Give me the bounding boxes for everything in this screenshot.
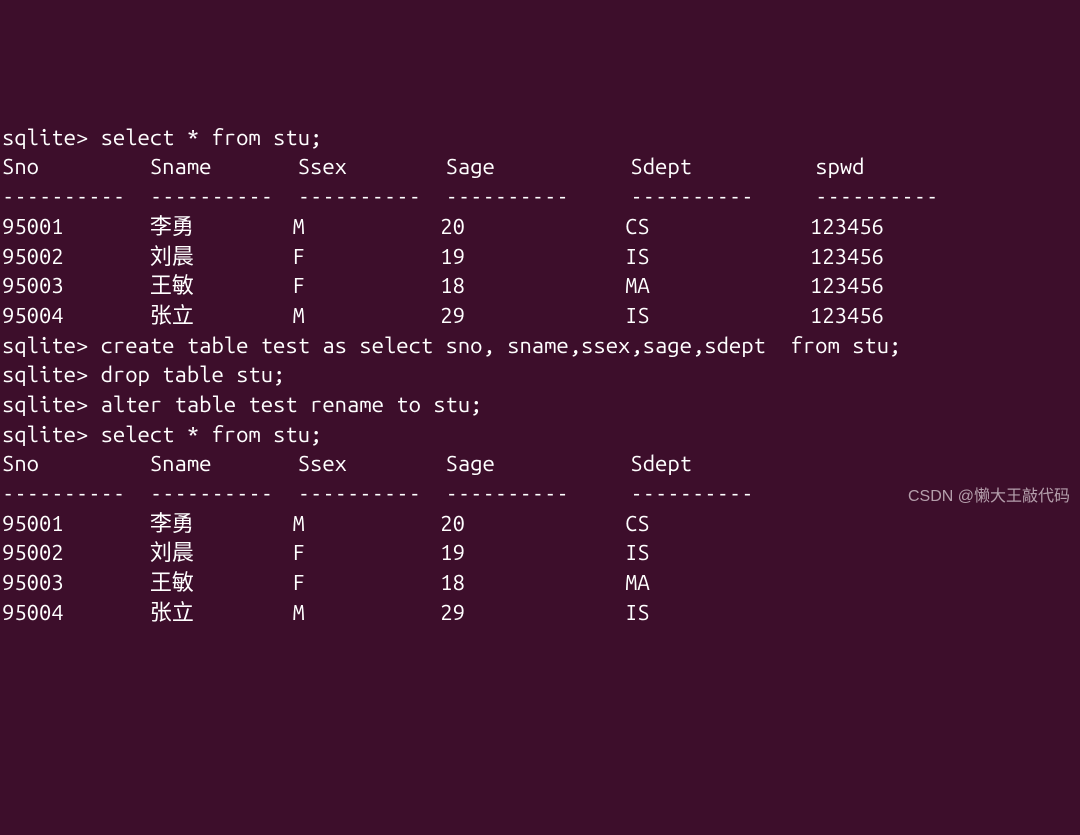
cell: 95002 — [2, 540, 64, 565]
terminal-output: sqlite> select * from stu; Sno Sname Sse… — [2, 123, 1078, 628]
separator: ---------- — [150, 184, 273, 209]
cell: 18 — [440, 570, 465, 595]
col-header: Sname — [150, 154, 212, 179]
prompt: sqlite> — [2, 422, 88, 447]
cell: CS — [625, 214, 650, 239]
cell: 张立 — [150, 303, 194, 328]
cell: 19 — [440, 540, 465, 565]
separator: ---------- — [2, 184, 125, 209]
prompt: sqlite> — [2, 392, 88, 417]
cell: 李勇 — [150, 214, 194, 239]
cell: IS — [625, 303, 650, 328]
separator: ---------- — [815, 184, 938, 209]
cell: 刘晨 — [150, 540, 194, 565]
cell: IS — [625, 600, 650, 625]
prompt: sqlite> — [2, 362, 88, 387]
cell: F — [292, 570, 304, 595]
separator: ---------- — [630, 481, 753, 506]
cell: 29 — [440, 600, 465, 625]
prompt: sqlite> — [2, 333, 88, 358]
cell: 123456 — [810, 214, 884, 239]
col-header: Sdept — [630, 154, 692, 179]
col-header: Ssex — [298, 154, 347, 179]
cell: 19 — [440, 244, 465, 269]
cell: 刘晨 — [150, 244, 194, 269]
watermark-text: CSDN @懒大王敲代码 — [908, 486, 1070, 508]
cell: IS — [625, 540, 650, 565]
cell: MA — [625, 570, 650, 595]
cell: 123456 — [810, 303, 884, 328]
sql-command: select * from stu; — [101, 125, 323, 150]
separator: ---------- — [630, 184, 753, 209]
cell: 20 — [440, 511, 465, 536]
separator: ---------- — [298, 481, 421, 506]
cell: 95001 — [2, 511, 64, 536]
cell: 29 — [440, 303, 465, 328]
cell: F — [292, 540, 304, 565]
cell: 18 — [440, 273, 465, 298]
cell: F — [292, 244, 304, 269]
separator: ---------- — [150, 481, 273, 506]
cell: 20 — [440, 214, 465, 239]
cell: M — [292, 511, 304, 536]
col-header: spwd — [815, 154, 864, 179]
cell: 123456 — [810, 244, 884, 269]
sql-command: drop table stu; — [101, 362, 286, 387]
cell: 张立 — [150, 600, 194, 625]
col-header: Sno — [2, 154, 39, 179]
col-header: Sno — [2, 451, 39, 476]
cell: 95002 — [2, 244, 64, 269]
col-header: Sname — [150, 451, 212, 476]
cell: 95003 — [2, 570, 64, 595]
cell: 王敏 — [150, 570, 194, 595]
prompt: sqlite> — [2, 125, 88, 150]
separator: ---------- — [2, 481, 125, 506]
col-header: Ssex — [298, 451, 347, 476]
cell: 王敏 — [150, 273, 194, 298]
cell: IS — [625, 244, 650, 269]
cell: 李勇 — [150, 511, 194, 536]
separator: ---------- — [298, 184, 421, 209]
col-header: Sage — [446, 451, 495, 476]
cell: 95004 — [2, 303, 64, 328]
sql-command: select * from stu; — [101, 422, 323, 447]
cell: 95003 — [2, 273, 64, 298]
sql-command: alter table test rename to stu; — [101, 392, 483, 417]
separator: ---------- — [446, 481, 569, 506]
cell: 123456 — [810, 273, 884, 298]
sql-command: create table test as select sno, sname,s… — [101, 333, 902, 358]
col-header: Sage — [446, 154, 495, 179]
cell: F — [292, 273, 304, 298]
cell: 95004 — [2, 600, 64, 625]
cell: M — [292, 214, 304, 239]
cell: M — [292, 303, 304, 328]
col-header: Sdept — [630, 451, 692, 476]
cell: CS — [625, 511, 650, 536]
cell: 95001 — [2, 214, 64, 239]
cell: MA — [625, 273, 650, 298]
cell: M — [292, 600, 304, 625]
separator: ---------- — [446, 184, 569, 209]
